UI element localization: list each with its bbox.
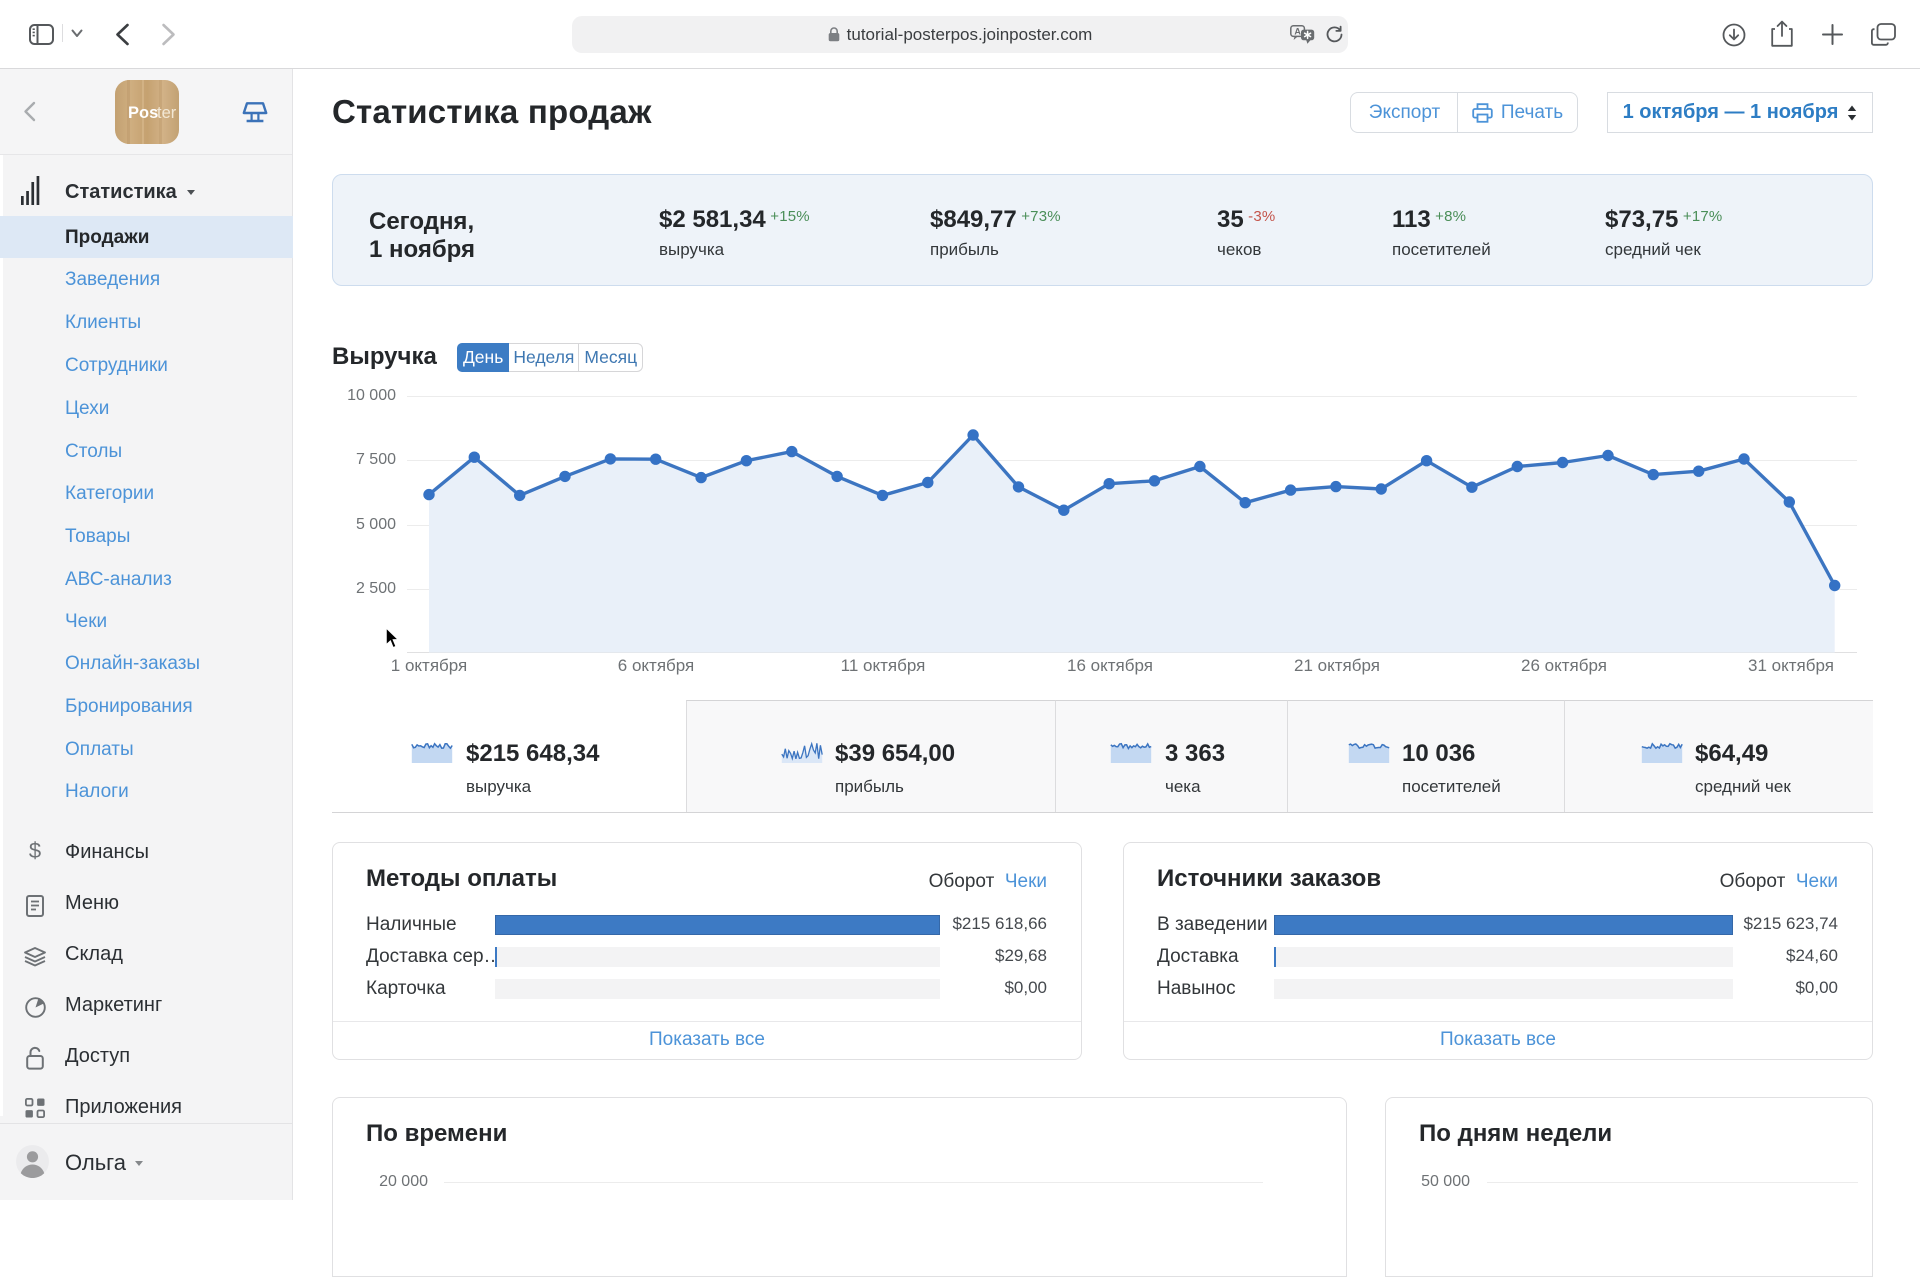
svg-text:A: A	[1294, 26, 1301, 36]
svg-text:Pos: Pos	[128, 104, 158, 122]
svg-text:ter: ter	[157, 104, 177, 122]
